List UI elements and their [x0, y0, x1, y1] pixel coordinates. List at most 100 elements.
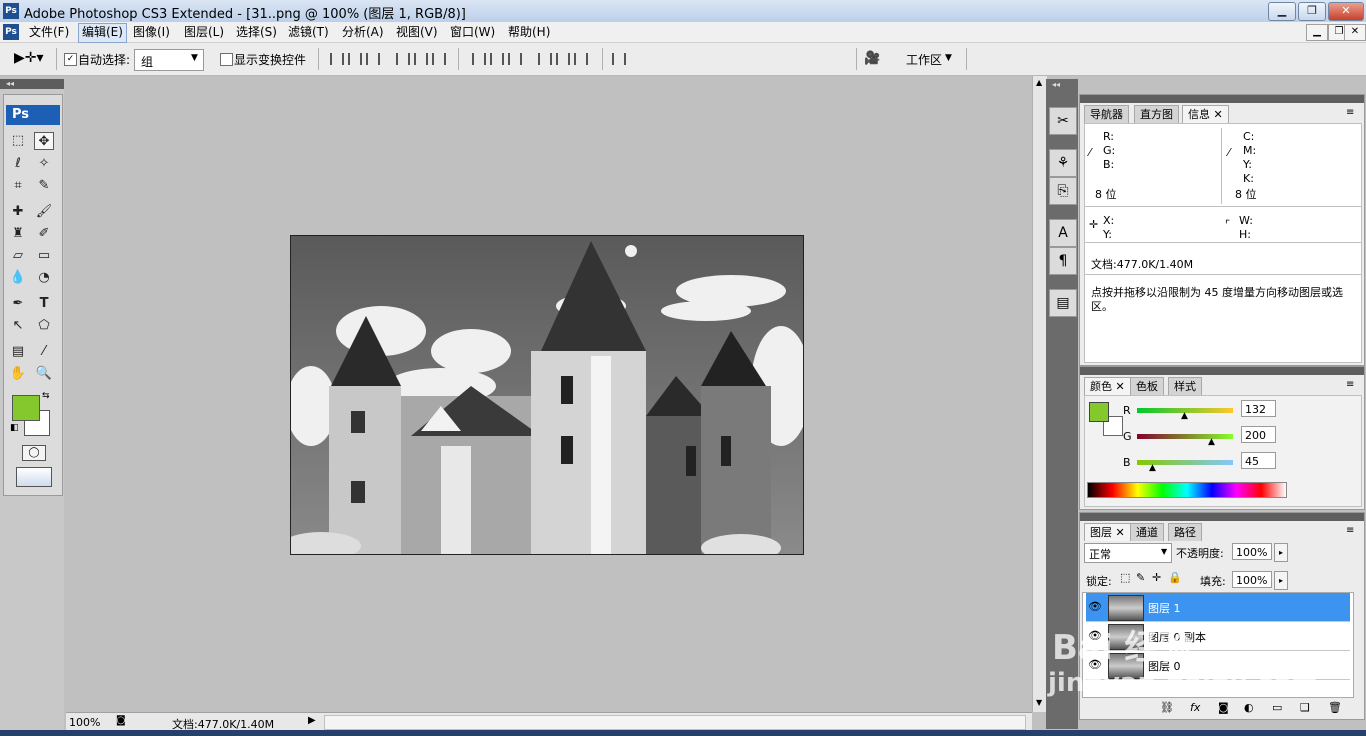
g-slider[interactable]: [1137, 434, 1233, 439]
lock-position-icon[interactable]: ✛: [1152, 571, 1161, 584]
distribute-bottom-icon[interactable]: [508, 53, 522, 65]
healing-brush-icon[interactable]: ✚: [8, 203, 28, 221]
zoom-level[interactable]: 100%: [69, 716, 100, 729]
doc-close-icon[interactable]: ✕: [1344, 24, 1366, 41]
distribute-left-icon[interactable]: [538, 53, 552, 65]
menu-file[interactable]: 文件(F): [26, 23, 72, 41]
b-input[interactable]: 45: [1241, 452, 1276, 469]
lasso-tool-icon[interactable]: ℓ: [8, 155, 28, 173]
g-input[interactable]: 200: [1241, 426, 1276, 443]
panel-menu-icon[interactable]: ≡: [1346, 379, 1354, 390]
swap-colors-icon[interactable]: ⇆: [42, 391, 50, 401]
align-bottom-icon[interactable]: [366, 53, 380, 65]
fill-arrow-icon[interactable]: ▸: [1274, 571, 1288, 590]
panel-menu-icon[interactable]: ≡: [1346, 107, 1354, 118]
tab-histogram[interactable]: 直方图: [1134, 105, 1179, 123]
scroll-down-icon[interactable]: ▼: [1036, 698, 1042, 707]
show-transform-checkbox[interactable]: [220, 53, 233, 66]
quick-mask-icon[interactable]: ◯: [22, 445, 46, 461]
menu-view[interactable]: 视图(V): [393, 23, 441, 41]
slice-tool-icon[interactable]: ✎: [34, 177, 54, 195]
color-ramp[interactable]: [1087, 482, 1287, 498]
dodge-tool-icon[interactable]: ◔: [34, 269, 54, 287]
tab-swatches[interactable]: 色板: [1130, 377, 1164, 395]
layer-row[interactable]: 👁 图层 1: [1086, 593, 1350, 622]
pen-tool-icon[interactable]: ✒: [8, 295, 28, 313]
lock-all-icon[interactable]: 🔒: [1168, 571, 1182, 584]
tab-paths[interactable]: 路径: [1168, 523, 1202, 541]
b-slider-thumb[interactable]: ▲: [1149, 463, 1156, 473]
tab-color[interactable]: 颜色 ✕: [1084, 377, 1131, 395]
auto-align-icon[interactable]: [612, 53, 626, 65]
opacity-arrow-icon[interactable]: ▸: [1274, 543, 1288, 562]
align-vcenter-icon[interactable]: [348, 53, 362, 65]
notes-tool-icon[interactable]: ▤: [8, 343, 28, 361]
zoom-tool-icon[interactable]: 🔍: [34, 365, 54, 383]
doc-minimize-icon[interactable]: ▁: [1306, 24, 1328, 41]
menu-image[interactable]: 图像(I): [130, 23, 173, 41]
menu-analysis[interactable]: 分析(A): [339, 23, 387, 41]
workspace-button[interactable]: 工作区: [906, 51, 942, 68]
document-icon[interactable]: Ps: [3, 24, 19, 40]
menu-filter[interactable]: 滤镜(T): [285, 23, 332, 41]
blend-mode-dropdown[interactable]: 正常 ▼: [1084, 543, 1172, 563]
menu-edit[interactable]: 编辑(E): [78, 23, 127, 43]
menu-select[interactable]: 选择(S): [233, 23, 280, 41]
lock-pixels-icon[interactable]: ✎: [1136, 571, 1145, 584]
tab-navigator[interactable]: 导航器: [1084, 105, 1129, 123]
align-hcenter-icon[interactable]: [414, 53, 428, 65]
tab-layers[interactable]: 图层 ✕: [1084, 523, 1131, 541]
lock-transparency-icon[interactable]: ⬚: [1120, 571, 1130, 584]
g-slider-thumb[interactable]: ▲: [1208, 437, 1215, 447]
fill-input[interactable]: 100%: [1232, 571, 1272, 588]
eye-icon[interactable]: 👁: [1088, 600, 1102, 613]
move-tool-preset-icon[interactable]: ▶✛▾: [14, 50, 44, 66]
screen-mode-icon[interactable]: [16, 467, 52, 487]
opacity-input[interactable]: 100%: [1232, 543, 1272, 560]
paragraph-icon[interactable]: ¶: [1049, 247, 1077, 275]
shape-tool-icon[interactable]: ⬠: [34, 317, 54, 335]
magic-wand-tool-icon[interactable]: ✧: [34, 155, 54, 173]
tools-preset-icon[interactable]: ✂: [1049, 107, 1077, 135]
type-tool-icon[interactable]: T: [34, 295, 54, 313]
color-foreground-swatch[interactable]: [1089, 402, 1109, 422]
align-top-icon[interactable]: [330, 53, 344, 65]
blur-tool-icon[interactable]: 💧: [8, 269, 28, 287]
hand-tool-icon[interactable]: ✋: [8, 365, 28, 383]
align-right-icon[interactable]: [432, 53, 446, 65]
status-preview-icon[interactable]: ◙: [116, 715, 126, 726]
clone-source-icon[interactable]: ⎘: [1049, 177, 1077, 205]
tab-channels[interactable]: 通道: [1130, 523, 1164, 541]
brush-tool-icon[interactable]: 🖌: [34, 203, 54, 221]
move-tool-icon[interactable]: ✥: [34, 132, 54, 150]
vertical-scrollbar[interactable]: ▲ ▼: [1032, 76, 1047, 712]
crop-tool-icon[interactable]: ⌗: [8, 177, 28, 195]
align-left-icon[interactable]: [396, 53, 410, 65]
foreground-color-swatch[interactable]: [12, 395, 40, 421]
distribute-right-icon[interactable]: [574, 53, 588, 65]
r-input[interactable]: 132: [1241, 400, 1276, 417]
menu-help[interactable]: 帮助(H): [505, 23, 553, 41]
eraser-tool-icon[interactable]: ▱: [8, 247, 28, 265]
chevron-down-icon[interactable]: ▼: [945, 53, 952, 63]
menu-window[interactable]: 窗口(W): [447, 23, 498, 41]
dock-collapse-icon[interactable]: ◂◂: [1052, 80, 1060, 89]
distribute-vcenter-icon[interactable]: [490, 53, 504, 65]
status-menu-arrow-icon[interactable]: ▶: [308, 715, 316, 726]
minimize-icon[interactable]: ▁: [1268, 2, 1296, 21]
path-select-icon[interactable]: ↖: [8, 317, 28, 335]
clone-stamp-icon[interactable]: ♜: [8, 225, 28, 243]
restore-icon[interactable]: ❐: [1298, 2, 1326, 21]
auto-select-checkbox[interactable]: ✓: [64, 53, 77, 66]
close-icon[interactable]: ✕: [1328, 2, 1364, 21]
document-canvas[interactable]: [290, 235, 804, 555]
character-icon[interactable]: A: [1049, 219, 1077, 247]
history-brush-icon[interactable]: ✐: [34, 225, 54, 243]
gradient-tool-icon[interactable]: ▭: [34, 247, 54, 265]
scroll-up-icon[interactable]: ▲: [1036, 78, 1042, 87]
r-slider-thumb[interactable]: ▲: [1181, 411, 1188, 421]
tab-info[interactable]: 信息 ✕: [1182, 105, 1229, 123]
brushes-icon[interactable]: ⚘: [1049, 149, 1077, 177]
menu-layer[interactable]: 图层(L): [181, 23, 227, 41]
marquee-tool-icon[interactable]: ⬚: [8, 132, 28, 150]
